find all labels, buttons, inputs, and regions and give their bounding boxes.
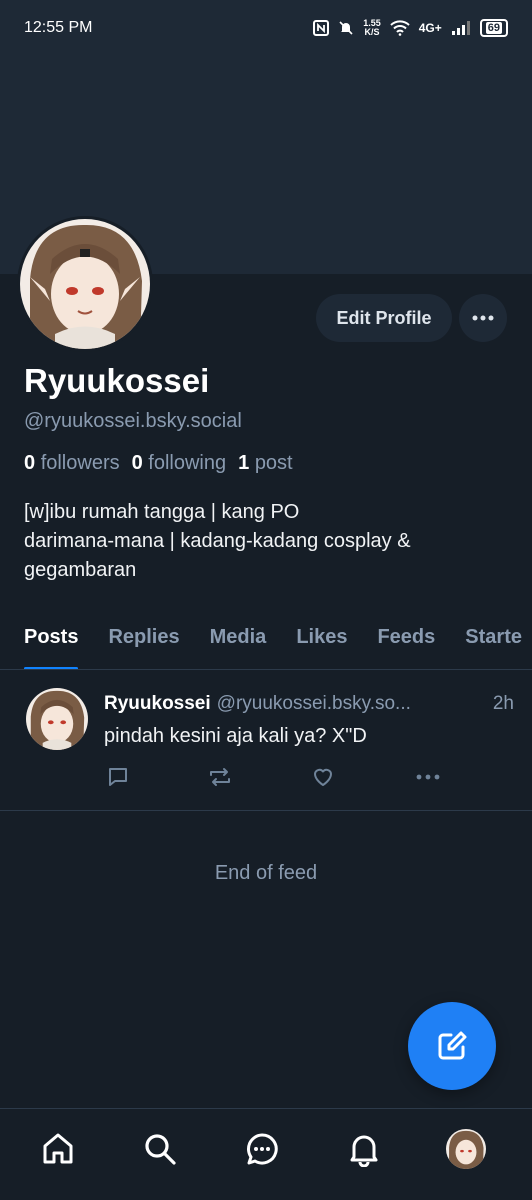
bio-line: [w]ibu rumah tangga | kang PO [24,501,300,523]
profile-bio: [w]ibu rumah tangga | kang PO darimana-m… [24,498,504,585]
compose-button[interactable] [408,1002,496,1090]
post-text: pindah kesini aja kali ya? X"D [104,725,367,747]
repost-icon [210,768,230,786]
following-stat[interactable]: 0 following [132,452,227,475]
profile-handle: @ryuukossei.bsky.social [24,410,242,432]
tab-starter-packs[interactable]: Starte [465,612,522,669]
followers-stat[interactable]: 0 followers [24,452,120,475]
post-handle[interactable]: @ryuukossei.bsky.so... [217,693,411,715]
profile-stats: 0 followers 0 following 1 post [24,452,293,475]
profile-avatar [446,1129,486,1169]
post-actions [104,763,444,793]
battery-icon: 69 [479,19,508,37]
tab-media[interactable]: Media [210,612,267,669]
status-bar: 12:55 PM 1.55 K/S 4G+ 69 [0,0,532,56]
bio-line: gegambaran [24,559,137,581]
nfc-icon [313,20,330,36]
display-name: Ryuukossei [24,362,210,399]
tab-replies[interactable]: Replies [108,612,179,669]
post-avatar[interactable] [26,688,88,750]
status-icons: 1.55 K/S 4G+ 69 [313,19,508,37]
more-horizontal-icon [472,315,494,321]
more-icon [416,774,440,780]
mute-bell-icon [338,20,354,36]
post-more-button[interactable] [414,763,442,791]
wifi-icon [390,20,410,36]
tab-feeds[interactable]: Feeds [377,612,435,669]
signal-icon [451,20,471,36]
search-icon [145,1134,176,1165]
edit-profile-button[interactable]: Edit Profile [316,294,452,342]
bell-icon [350,1135,378,1167]
repost-button[interactable] [206,763,234,791]
post-header: Ryuukossei @ryuukossei.bsky.so... 2h [104,693,514,715]
reply-button[interactable] [104,763,132,791]
like-button[interactable] [309,763,337,791]
profile-avatar[interactable] [17,216,153,352]
bio-line: darimana-mana | kadang-kadang cosplay & [24,530,411,552]
feed-post[interactable]: Ryuukossei @ryuukossei.bsky.so... 2h pin… [0,671,532,811]
nav-chat[interactable] [242,1129,282,1169]
tab-posts[interactable]: Posts [24,612,79,669]
post-author[interactable]: Ryuukossei [104,693,211,715]
profile-tabs: Posts Replies Media Likes Feeds Starte [0,612,532,670]
like-icon [314,768,332,786]
reply-icon [109,768,127,786]
posts-stat: 1 post [238,452,293,474]
end-of-feed: End of feed [214,862,318,884]
network-speed: 1.55 K/S [363,18,381,37]
nav-home[interactable] [38,1129,78,1169]
home-icon [43,1133,73,1164]
nav-profile[interactable] [446,1129,486,1169]
nav-search[interactable] [140,1129,180,1169]
post-time: 2h [492,693,514,714]
chat-icon [246,1133,278,1165]
compose-icon [438,1031,467,1060]
tab-likes[interactable]: Likes [296,612,347,669]
network-type: 4G+ [418,21,442,35]
nav-notifications[interactable] [344,1129,384,1169]
bottom-navigation [0,1108,532,1200]
status-time: 12:55 PM [24,19,93,36]
profile-more-button[interactable] [459,294,507,342]
